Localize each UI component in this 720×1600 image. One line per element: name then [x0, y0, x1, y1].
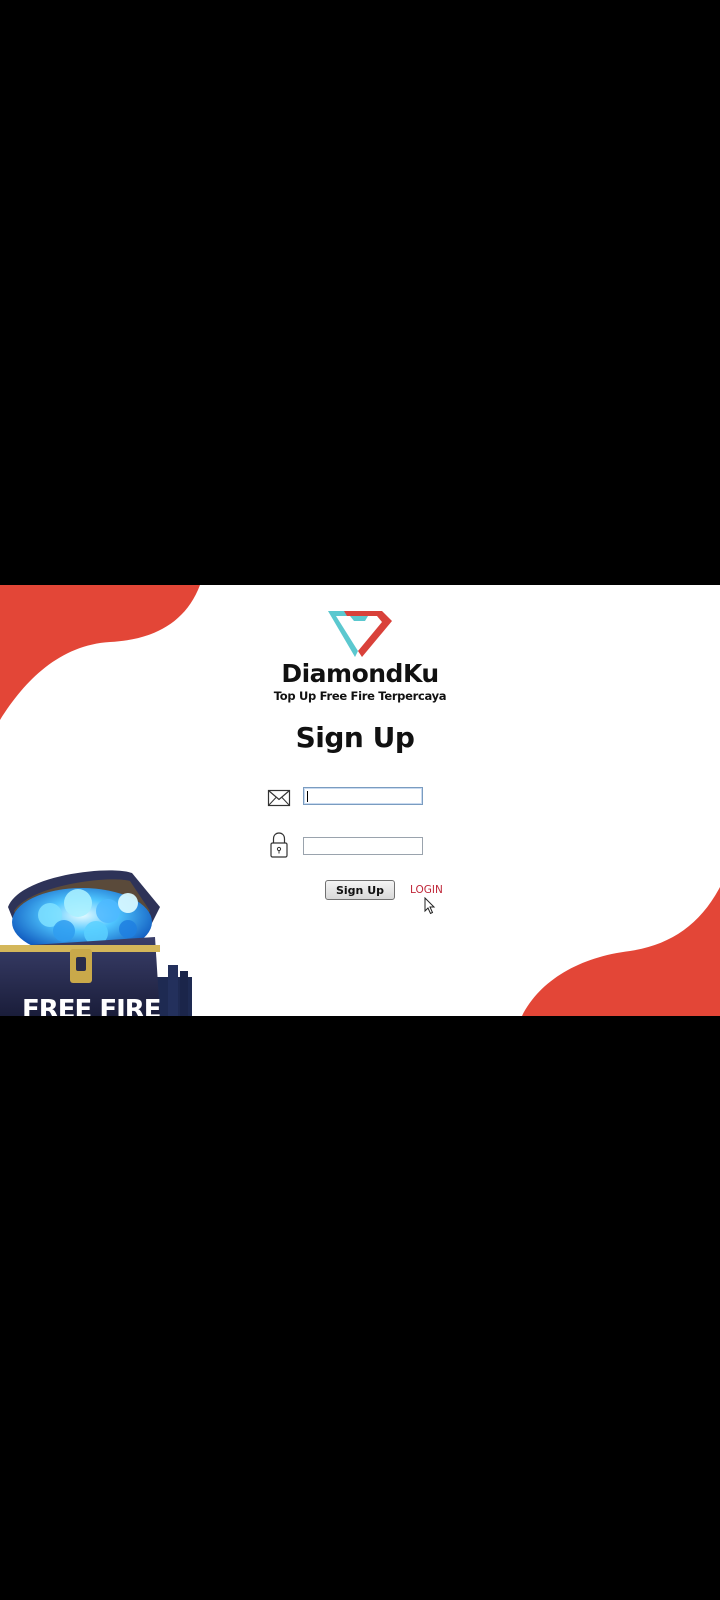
brand-name: DiamondKu — [281, 659, 439, 688]
mouse-pointer-icon — [424, 897, 436, 915]
lock-icon — [270, 832, 288, 858]
envelope-icon — [267, 789, 291, 807]
diamond-logo-icon — [328, 611, 392, 657]
login-link[interactable]: LOGIN — [410, 884, 443, 896]
app-window: DiamondKu Top Up Free Fire Terpercaya Si… — [0, 585, 720, 1016]
diamond-chest-image — [0, 870, 192, 1016]
brand-tagline: Top Up Free Fire Terpercaya — [273, 689, 447, 703]
brand-header: DiamondKu Top Up Free Fire Terpercaya — [0, 607, 720, 703]
game-logo: FREE FIRE — [22, 995, 162, 1016]
password-field[interactable] — [303, 837, 423, 855]
email-field[interactable] — [303, 787, 423, 805]
text-caret — [307, 791, 308, 802]
signup-button[interactable]: Sign Up — [325, 880, 395, 900]
page-title: Sign Up — [295, 721, 415, 754]
